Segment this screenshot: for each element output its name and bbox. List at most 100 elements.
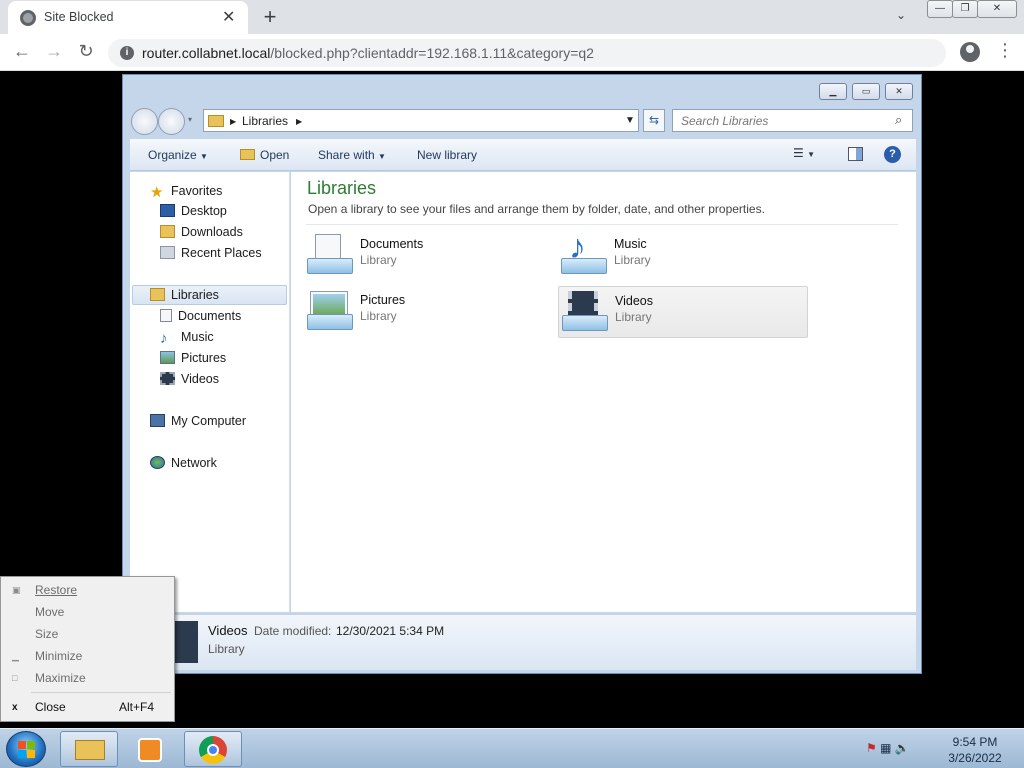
back-arrow-icon[interactable] [131,108,158,135]
explorer-close-button[interactable]: ✕ [885,83,913,100]
open-folder-icon [240,149,255,160]
help-icon[interactable]: ? [884,146,901,163]
refresh-icon[interactable]: ⇆ [643,109,665,132]
browser-tab[interactable]: Site Blocked ✕ [8,1,248,34]
libraries-icon [150,288,165,301]
library-tile-pictures[interactable]: Pictures Library [307,286,557,338]
forward-button[interactable]: → [42,41,66,62]
nav-downloads[interactable]: Downloads [160,225,243,239]
nav-network[interactable]: Network [150,456,217,470]
search-libraries-input[interactable]: Search Libraries ⌕ [672,109,913,132]
library-tile-documents[interactable]: Documents Library [307,230,557,282]
clock[interactable]: 9:54 PM 3/26/2022 [940,734,1010,766]
library-type: Library [360,253,397,267]
nav-downloads-label: Downloads [181,225,243,239]
music-note-icon: ♪ [160,330,168,347]
address-bar[interactable]: i router.collabnet.local/blocked.php?cli… [108,39,946,67]
share-with-button[interactable]: Share with ▼ [318,148,386,162]
nav-recent-places-label: Recent Places [181,246,262,260]
site-info-icon[interactable]: i [120,46,134,60]
menu-item-restore[interactable]: Restore [35,583,77,597]
nav-my-computer-label: My Computer [171,414,247,428]
search-icon[interactable]: ⌕ [895,112,902,128]
taskbar: ⚑ ▦ 🔈 9:54 PM 3/26/2022 [0,728,1024,768]
chevron-down-icon: ▼ [200,152,208,161]
tab-close-icon[interactable]: ✕ [222,7,235,27]
reload-button[interactable]: ↻ [74,41,98,62]
library-type: Library [614,253,651,267]
nav-recent-places[interactable]: Recent Places [160,246,262,260]
breadcrumb-libraries[interactable]: Libraries [242,114,288,128]
window-minimize-button[interactable]: — [927,0,953,18]
back-button[interactable]: ← [10,41,34,62]
url-host: router.collabnet.local [142,45,271,61]
window-close-button[interactable]: ✕ [977,0,1017,18]
nav-pictures-label: Pictures [181,351,227,365]
film-strip-icon [160,372,175,385]
new-tab-button[interactable]: + [258,4,282,30]
address-dropdown-icon[interactable]: ▼ [625,115,635,126]
navigation-pane: ★ Favorites Desktop Downloads Recent Plac… [130,172,290,612]
library-tile-videos[interactable]: Videos Library [558,286,808,338]
explorer-address-field[interactable]: ▶ Libraries ▶ ▼ [203,109,639,132]
nav-desktop[interactable]: Desktop [160,204,227,218]
breadcrumb-arrow-icon[interactable]: ▶ [296,117,302,126]
menu-item-move[interactable]: Move [35,605,64,619]
explorer-address-row: ▾ ▶ Libraries ▶ ▼ ⇆ Search Libraries ⌕ [131,106,913,135]
clock-date: 3/26/2022 [948,751,1002,765]
browser-menu-icon[interactable]: ⋮ [996,40,1014,61]
tab-search-chevron-icon[interactable]: ⌄ [896,8,906,22]
taskbar-media-player-button[interactable] [122,732,180,768]
organize-button[interactable]: Organize ▼ [148,148,208,162]
tab-title: Site Blocked [44,10,114,24]
url-path: /blocked.php?clientaddr=192.168.1.11&cat… [270,45,594,61]
taskbar-chrome-button[interactable] [184,731,242,767]
explorer-maximize-button[interactable]: ▭ [852,83,880,100]
menu-item-close-shortcut: Alt+F4 [119,700,155,714]
menu-item-size[interactable]: Size [35,627,58,641]
desktop-icon [160,204,175,217]
window-restore-button[interactable]: ❐ [952,0,978,18]
nav-desktop-label: Desktop [181,204,227,218]
preview-pane-icon[interactable] [848,147,863,161]
details-name: Videos [208,623,248,638]
network-tray-icon[interactable]: ▦ [880,741,891,755]
explorer-minimize-button[interactable]: ▁ [819,83,847,100]
window-context-menu: ▣ Restore Move Size ▁ Minimize □ Maximiz… [0,576,175,722]
taskbar-explorer-button[interactable] [60,731,118,767]
library-name: Videos [615,294,653,308]
globe-icon [20,10,36,26]
library-tile-music[interactable]: ♪ Music Library [561,230,811,282]
network-icon [150,456,165,469]
new-library-button[interactable]: New library [417,148,477,162]
start-button[interactable] [6,731,46,767]
action-center-icon[interactable]: ⚑ [866,741,877,755]
menu-item-maximize[interactable]: Maximize [35,671,86,685]
documents-icon [160,309,172,322]
change-view-icon[interactable]: ☰ ▼ [793,146,815,160]
nav-libraries[interactable]: Libraries [150,288,219,302]
nav-my-computer[interactable]: My Computer [150,414,246,428]
nav-pictures[interactable]: Pictures [160,351,226,365]
nav-music[interactable]: ♪ Music [160,330,214,347]
forward-arrow-icon[interactable] [158,108,185,135]
nav-favorites[interactable]: ★ Favorites [150,183,222,201]
organize-label: Organize [148,148,197,162]
chevron-down-icon: ▼ [378,152,386,161]
profile-avatar-icon[interactable] [960,42,980,62]
libraries-content: Libraries Open a library to see your fil… [291,172,916,612]
recent-places-icon [160,246,175,259]
menu-item-minimize[interactable]: Minimize [35,649,82,663]
menu-item-close[interactable]: Close [35,700,66,714]
url-text: router.collabnet.local/blocked.php?clien… [142,45,594,61]
open-button[interactable]: Open [240,148,289,162]
library-type: Library [615,310,652,324]
volume-icon[interactable]: 🔈 [895,741,910,755]
nav-documents[interactable]: Documents [160,309,241,323]
recent-pages-chevron-icon[interactable]: ▾ [188,115,192,124]
downloads-folder-icon [160,225,175,238]
music-library-icon: ♪ [561,230,607,278]
breadcrumb-arrow-icon[interactable]: ▶ [230,117,236,126]
nav-videos[interactable]: Videos [160,372,219,386]
close-icon: x [12,702,18,713]
